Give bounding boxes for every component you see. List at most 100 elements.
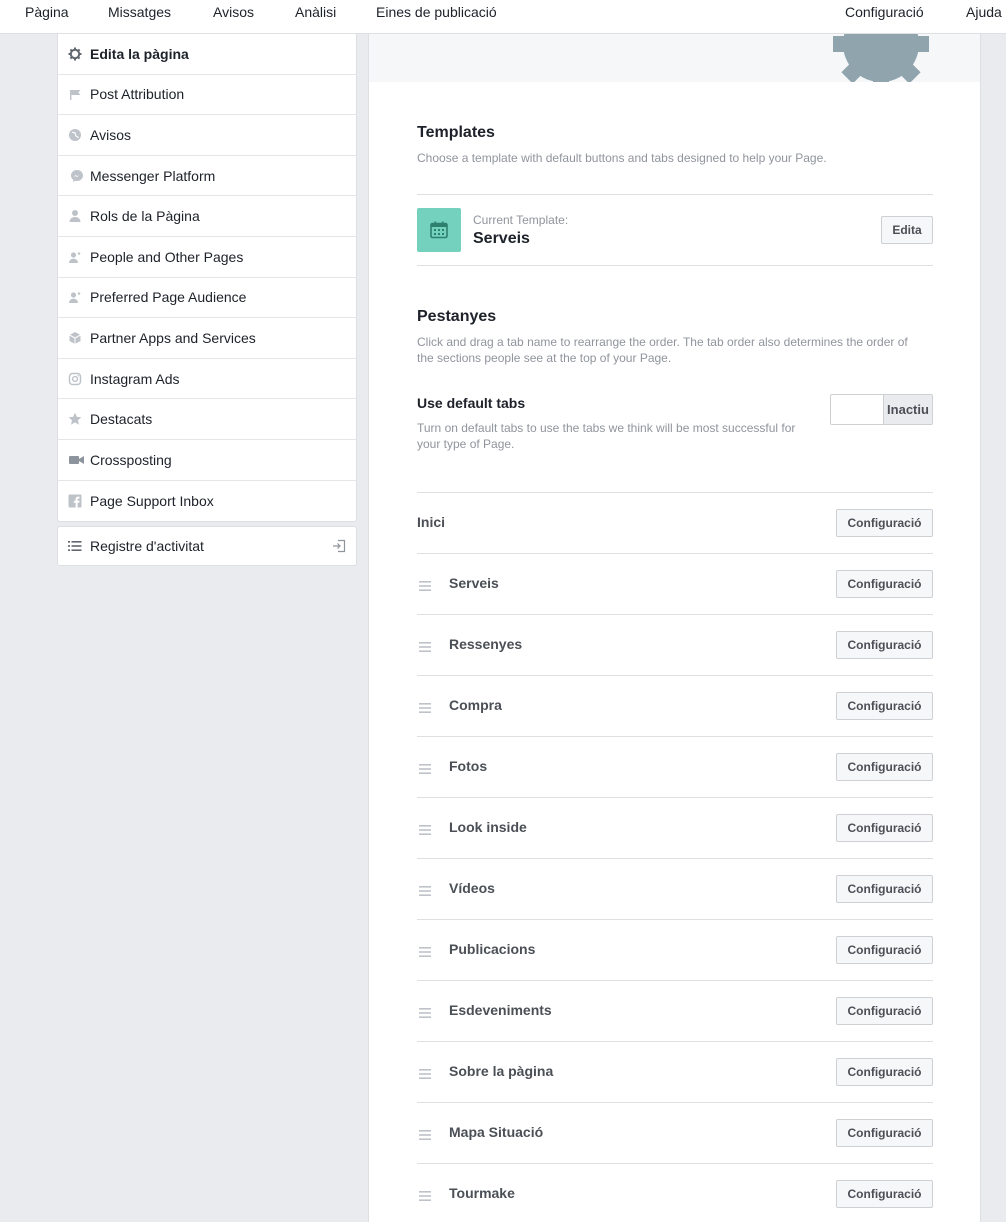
tab-row-videos[interactable]: Vídeos Configuració xyxy=(417,858,933,919)
drag-handle-icon[interactable] xyxy=(419,1005,431,1023)
video-camera-icon xyxy=(58,454,90,466)
sidebar-item-label: Destacats xyxy=(90,411,153,428)
sidebar-item-support-inbox[interactable]: Page Support Inbox xyxy=(58,481,356,522)
default-tabs-toggle[interactable]: Inactiu xyxy=(830,394,933,425)
tab-row-look-inside[interactable]: Look inside Configuració xyxy=(417,797,933,858)
nav-eines-publicacio[interactable]: Eines de publicació xyxy=(376,4,497,20)
tabs-description-line1: Click and drag a tab name to rearrange t… xyxy=(417,335,908,349)
templates-description: Choose a template with default buttons a… xyxy=(417,151,827,165)
nav-pagina[interactable]: Pàgina xyxy=(25,4,69,20)
sidebar-item-instagram-ads[interactable]: Instagram Ads xyxy=(58,359,356,400)
sidebar-item-label: Messenger Platform xyxy=(90,167,216,184)
toggle-state-label: Inactiu xyxy=(883,395,932,424)
star-icon xyxy=(58,412,90,426)
nav-ajuda[interactable]: Ajuda xyxy=(966,4,1002,20)
tab-settings-button[interactable]: Configuració xyxy=(836,1119,933,1147)
tab-name: Mapa Situació xyxy=(449,1124,544,1140)
tab-row-inici: Inici Configuració xyxy=(417,492,933,553)
sidebar-item-people-other-pages[interactable]: People and Other Pages xyxy=(58,237,356,278)
list-icon xyxy=(58,540,90,552)
activity-log-link[interactable]: Registre d'activitat xyxy=(57,526,357,566)
tab-row-esdeveniments[interactable]: Esdeveniments Configuració xyxy=(417,980,933,1041)
header-banner xyxy=(369,34,980,82)
tab-row-fotos[interactable]: Fotos Configuració xyxy=(417,736,933,797)
nav-avisos[interactable]: Avisos xyxy=(213,4,254,20)
tab-name: Ressenyes xyxy=(449,636,523,652)
sidebar-item-label: Avisos xyxy=(90,126,131,143)
divider xyxy=(417,265,933,266)
instagram-icon xyxy=(58,372,90,386)
settings-sidebar: Edita la pàgina Post Attribution Avisos … xyxy=(57,34,357,523)
sidebar-item-featured[interactable]: Destacats xyxy=(58,399,356,440)
top-navigation: Pàgina Missatges Avisos Anàlisi Eines de… xyxy=(0,0,1006,34)
drag-handle-icon[interactable] xyxy=(419,639,431,657)
default-tabs-description-line1: Turn on default tabs to use the tabs we … xyxy=(417,421,796,435)
sidebar-item-post-attribution[interactable]: Post Attribution xyxy=(58,75,356,116)
drag-handle-icon[interactable] xyxy=(419,700,431,718)
sidebar-item-label: Crossposting xyxy=(90,451,172,468)
person-star-icon xyxy=(58,290,90,304)
tab-settings-button[interactable]: Configuració xyxy=(836,997,933,1025)
sidebar-item-label: Edita la pàgina xyxy=(90,45,189,62)
person-star-icon xyxy=(58,250,90,264)
cube-icon xyxy=(58,331,90,345)
gear-icon xyxy=(58,47,90,61)
drag-handle-icon[interactable] xyxy=(419,1127,431,1145)
drag-handle-icon[interactable] xyxy=(419,822,431,840)
sidebar-item-edit-page[interactable]: Edita la pàgina xyxy=(58,34,356,75)
sidebar-item-partner-apps[interactable]: Partner Apps and Services xyxy=(58,318,356,359)
nav-configuracio[interactable]: Configuració xyxy=(845,4,924,20)
sidebar-item-preferred-audience[interactable]: Preferred Page Audience xyxy=(58,278,356,319)
messenger-icon xyxy=(58,169,90,183)
drag-handle-icon[interactable] xyxy=(419,761,431,779)
sidebar-item-label: Page Support Inbox xyxy=(90,492,214,509)
tab-name: Fotos xyxy=(449,758,488,774)
tab-settings-button[interactable]: Configuració xyxy=(836,1180,933,1208)
drag-handle-icon[interactable] xyxy=(419,944,431,962)
tab-row-ressenyes[interactable]: Ressenyes Configuració xyxy=(417,614,933,675)
sidebar-item-messenger-platform[interactable]: Messenger Platform xyxy=(58,156,356,197)
flag-icon xyxy=(58,87,90,101)
tab-settings-button[interactable]: Configuració xyxy=(836,631,933,659)
tab-row-mapa-situacio[interactable]: Mapa Situació Configuració xyxy=(417,1102,933,1163)
default-tabs-description-line2: your type of Page. xyxy=(417,437,515,451)
templates-title: Templates xyxy=(417,124,495,141)
edit-template-button[interactable]: Edita xyxy=(881,216,933,244)
nav-analisi[interactable]: Anàlisi xyxy=(295,4,336,20)
tab-settings-button[interactable]: Configuració xyxy=(836,692,933,720)
tab-name: Sobre la pàgina xyxy=(449,1063,554,1079)
sidebar-item-label: Partner Apps and Services xyxy=(90,329,256,346)
tab-settings-button[interactable]: Configuració xyxy=(836,753,933,781)
sidebar-item-notifications[interactable]: Avisos xyxy=(58,115,356,156)
tab-name: Publicacions xyxy=(449,941,536,957)
tab-settings-button[interactable]: Configuració xyxy=(836,875,933,903)
drag-handle-icon[interactable] xyxy=(419,883,431,901)
tab-name: Vídeos xyxy=(449,880,495,896)
tab-settings-button[interactable]: Configuració xyxy=(836,936,933,964)
tab-row-tourmake[interactable]: Tourmake Configuració xyxy=(417,1163,933,1222)
nav-missatges[interactable]: Missatges xyxy=(108,4,171,20)
sidebar-item-label: Preferred Page Audience xyxy=(90,289,247,306)
tab-row-sobre-la-pagina[interactable]: Sobre la pàgina Configuració xyxy=(417,1041,933,1102)
sidebar-item-page-roles[interactable]: Rols de la Pàgina xyxy=(58,196,356,237)
sidebar-item-label: Rols de la Pàgina xyxy=(90,208,200,225)
tab-settings-button[interactable]: Configuració xyxy=(836,814,933,842)
tab-row-publicacions[interactable]: Publicacions Configuració xyxy=(417,919,933,980)
tab-name: Esdeveniments xyxy=(449,1002,552,1018)
template-calendar-icon xyxy=(417,208,461,252)
drag-handle-icon[interactable] xyxy=(419,1188,431,1206)
tab-settings-button[interactable]: Configuració xyxy=(836,1058,933,1086)
sidebar-item-label: Instagram Ads xyxy=(90,370,180,387)
tab-row-serveis[interactable]: Serveis Configuració xyxy=(417,553,933,614)
divider xyxy=(417,194,933,195)
tab-settings-button[interactable]: Configuració xyxy=(836,570,933,598)
sidebar-item-crossposting[interactable]: Crossposting xyxy=(58,440,356,481)
drag-handle-icon[interactable] xyxy=(419,1066,431,1084)
tab-row-compra[interactable]: Compra Configuració xyxy=(417,675,933,736)
tab-settings-button[interactable]: Configuració xyxy=(836,509,933,537)
default-tabs-title: Use default tabs xyxy=(417,395,526,411)
drag-handle-icon[interactable] xyxy=(419,578,431,596)
gear-illustration-icon xyxy=(833,34,929,82)
tabs-description-line2: the sections people see at the top of yo… xyxy=(417,351,672,365)
current-template-caption: Current Template: xyxy=(473,213,569,227)
